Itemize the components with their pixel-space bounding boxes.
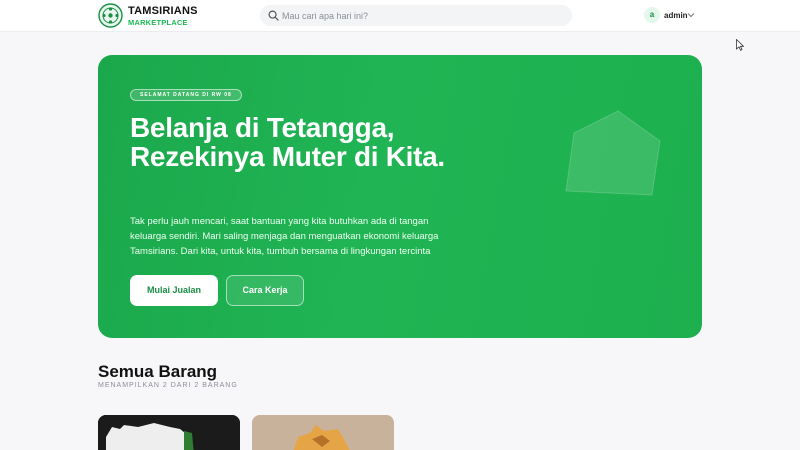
top-navbar: TAMSIRIANS MARKETPLACE a admin: [0, 0, 800, 32]
hero-title: Belanja di Tetangga, Rezekinya Muter di …: [130, 112, 445, 172]
cursor-icon: [736, 39, 744, 51]
hero-badge: SELAMAT DATANG DI RW 08: [130, 89, 242, 101]
how-it-works-button[interactable]: Cara Kerja: [226, 275, 304, 306]
search-icon: [268, 10, 279, 21]
product-card-image[interactable]: [252, 415, 394, 450]
product-image: [252, 415, 394, 450]
chevron-down-icon[interactable]: [687, 11, 695, 19]
search-bar[interactable]: [260, 5, 572, 26]
brand-subtitle: MARKETPLACE: [128, 18, 188, 27]
start-selling-button[interactable]: Mulai Jualan: [130, 275, 218, 306]
decorative-house-shape: [565, 110, 661, 196]
brand-title[interactable]: TAMSIRIANS: [128, 5, 198, 17]
search-input[interactable]: [282, 7, 562, 24]
product-card-image[interactable]: [98, 415, 240, 450]
avatar[interactable]: a: [644, 7, 660, 23]
hero-description: Tak perlu jauh mencari, saat bantuan yan…: [130, 216, 439, 257]
product-image: [98, 415, 240, 450]
section-subtitle: MENAMPILKAN 2 DARI 2 BARANG: [98, 382, 238, 389]
username[interactable]: admin: [664, 11, 688, 20]
logo-icon[interactable]: [98, 3, 123, 28]
hero-banner: SELAMAT DATANG DI RW 08 Belanja di Tetan…: [98, 55, 702, 338]
section-title: Semua Barang: [98, 362, 218, 381]
